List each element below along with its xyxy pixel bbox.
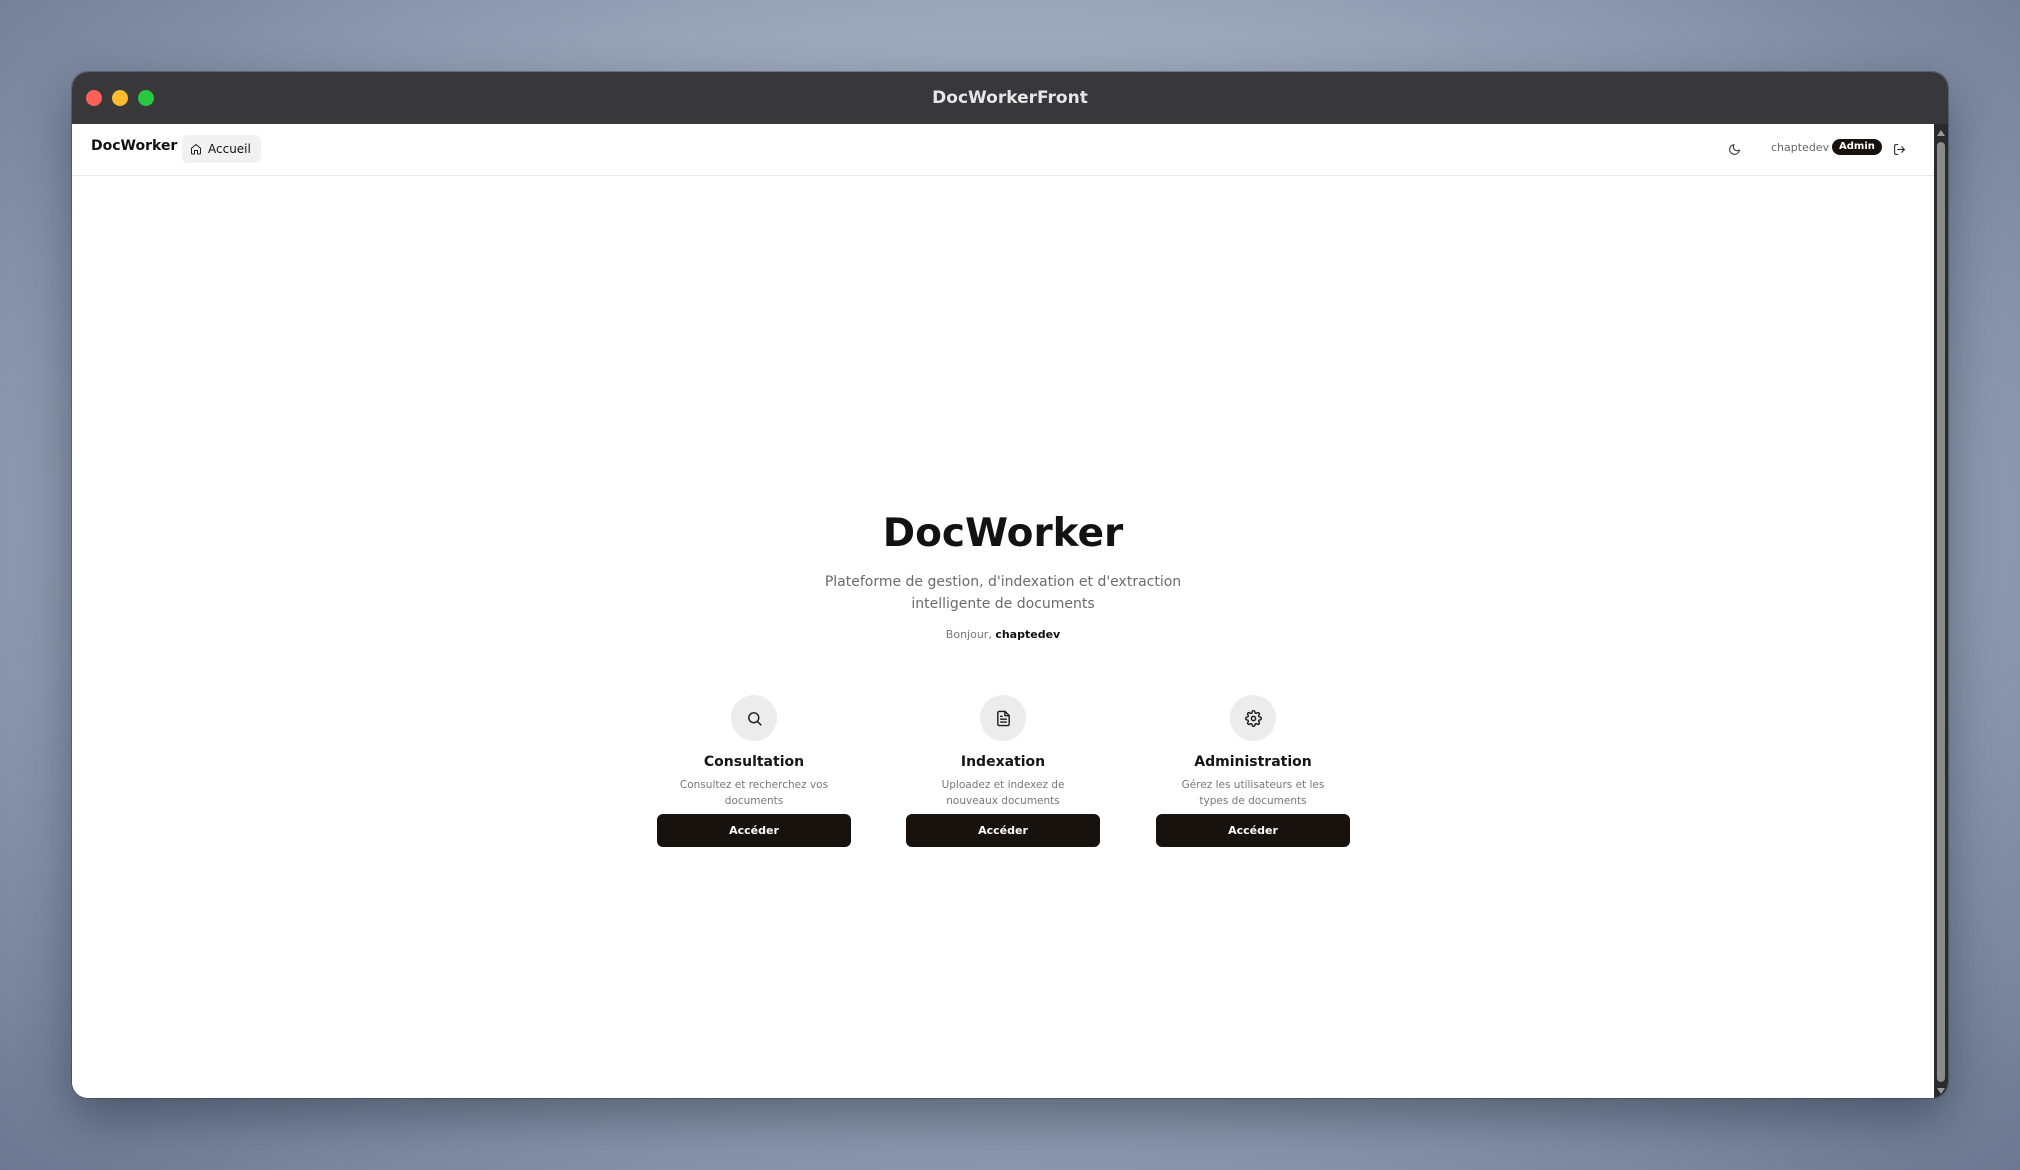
administration-description: Gérez les utilisateurs et les types de d… [1181, 779, 1325, 807]
consultation-access-button[interactable]: Accéder [657, 814, 851, 847]
administration-title: Administration [1194, 754, 1312, 770]
page-subtitle: Plateforme de gestion, d'indexation et d… [824, 574, 1182, 612]
greeting-text: Bonjour, chaptedev [72, 628, 1934, 641]
indexation-title: Indexation [960, 754, 1046, 770]
greeting-prefix: Bonjour, [945, 628, 992, 641]
window-title: DocWorkerFront [932, 88, 1088, 108]
app-window: DocWorkerFront DocWorker Accueil chapted… [72, 72, 1948, 1098]
nav-home-label: Accueil [208, 142, 251, 156]
theme-toggle-button[interactable] [1724, 139, 1744, 159]
indexation-access-button[interactable]: Accéder [906, 814, 1100, 847]
page-title: DocWorker [882, 511, 1124, 556]
home-icon [191, 144, 201, 155]
moon-icon [1728, 143, 1740, 155]
administration-icon-circle [1230, 695, 1276, 741]
logout-icon [1893, 143, 1905, 155]
window-titlebar: DocWorkerFront [72, 72, 1948, 124]
nav-home-link[interactable]: Accueil [182, 135, 261, 163]
consultation-title: Consultation [703, 754, 805, 770]
consultation-description: Consultez et recherchez vos documents [679, 779, 829, 807]
document-icon [996, 710, 1010, 726]
current-username: chaptedev [1771, 141, 1830, 154]
search-icon [747, 711, 762, 726]
top-navbar: DocWorker Accueil chaptedev Admin [72, 124, 1934, 176]
brand-logo-text[interactable]: DocWorker [91, 138, 177, 154]
role-badge: Admin [1832, 139, 1882, 155]
gear-icon [1244, 709, 1262, 727]
page-content: DocWorker Accueil chaptedev Admin DocWor… [72, 124, 1934, 1098]
scroll-up-arrow-icon[interactable] [1937, 130, 1945, 136]
scroll-down-arrow-icon[interactable] [1937, 1088, 1945, 1094]
scroll-thumb[interactable] [1937, 142, 1945, 1082]
greeting-username: chaptedev [995, 628, 1061, 641]
consultation-icon-circle [731, 695, 777, 741]
logout-button[interactable] [1888, 138, 1910, 160]
vertical-scrollbar[interactable] [1934, 124, 1948, 1098]
indexation-description: Uploadez et indexez de nouveaux document… [941, 779, 1065, 807]
indexation-icon-circle [980, 695, 1026, 741]
administration-access-button[interactable]: Accéder [1156, 814, 1350, 847]
